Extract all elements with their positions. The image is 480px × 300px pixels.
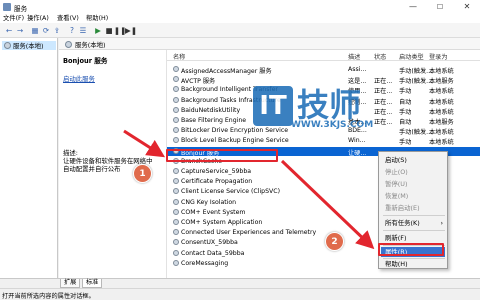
view-tabs: 扩展 标准 — [0, 278, 480, 288]
step-badge-1: 1 — [133, 164, 152, 183]
services-window: 服务 — ☐ ✕ 文件(F) 操作(A) 查看(V) 帮助(H) ← → ▦ ⟳… — [0, 0, 480, 300]
status-text: 打开当前所选内容的属性对话框。 — [2, 293, 95, 300]
status-bar: 打开当前所选内容的属性对话框。 — [0, 288, 480, 300]
annotation-arrows — [123, 129, 375, 250]
tab-extended[interactable]: 扩展 — [60, 279, 81, 288]
arrow-to-bonjour — [123, 129, 166, 158]
arrow-to-properties — [280, 159, 375, 250]
step-badge-2: 2 — [325, 232, 344, 251]
tab-standard[interactable]: 标准 — [82, 279, 103, 288]
